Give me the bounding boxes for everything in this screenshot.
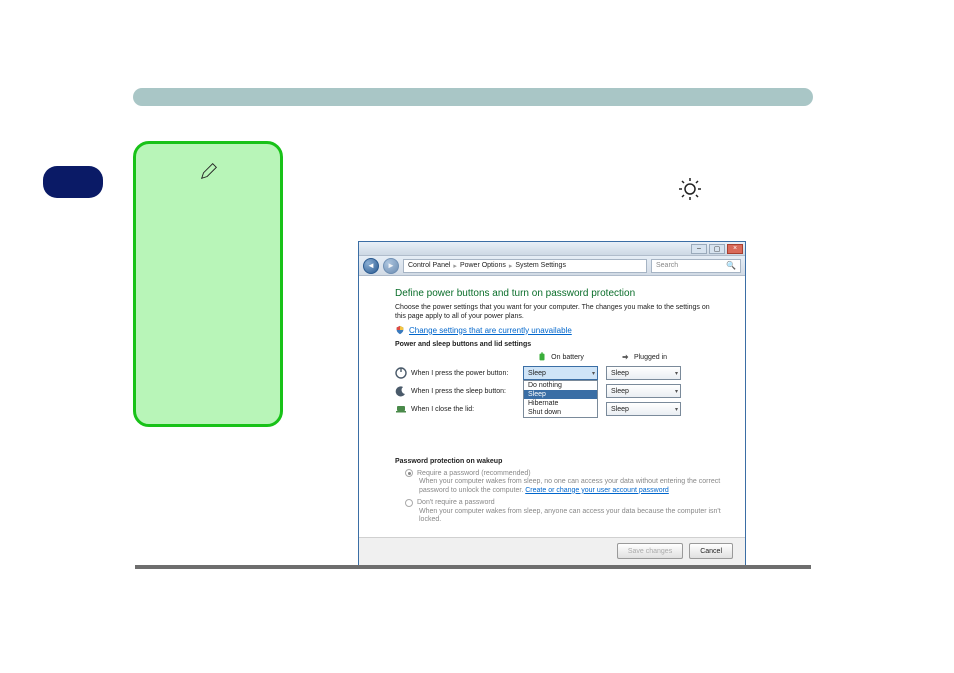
page-subtitle: Choose the power settings that you want … — [395, 303, 721, 321]
col-plugged-in: Plugged in — [606, 352, 681, 362]
create-password-link[interactable]: Create or change your user account passw… — [525, 487, 669, 494]
col-on-battery: On battery — [523, 352, 598, 362]
page-footer-rule — [135, 565, 811, 569]
system-settings-window: – ▢ × ◄ ► Control Panel ▸ Power Options … — [358, 241, 746, 566]
col-label: Plugged in — [634, 354, 667, 361]
row-power-button: When I press the power button: — [395, 367, 515, 379]
section-label: Power and sleep buttons and lid settings — [395, 341, 721, 348]
note-box — [133, 141, 283, 427]
section-label: Password protection on wakeup — [395, 458, 721, 465]
chevron-down-icon: ▾ — [592, 370, 595, 377]
row-label-text: When I press the sleep button: — [411, 388, 506, 395]
close-button[interactable]: × — [727, 244, 743, 254]
page-title: Define power buttons and turn on passwor… — [395, 288, 721, 299]
change-unavailable-link[interactable]: Change settings that are currently unava… — [409, 326, 572, 335]
radio-description: When your computer wakes from sleep, no … — [419, 478, 721, 495]
sun-icon — [678, 177, 702, 201]
dropdown-list: Do nothing Sleep Hibernate Shut down — [523, 380, 598, 418]
window-titlebar: – ▢ × — [359, 242, 745, 256]
laptop-icon — [395, 403, 407, 415]
save-changes-button[interactable]: Save changes — [617, 543, 683, 559]
minimize-button[interactable]: – — [691, 244, 707, 254]
back-button[interactable]: ◄ — [363, 258, 379, 274]
chevron-right-icon: ▸ — [509, 262, 513, 270]
col-label: On battery — [551, 354, 584, 361]
radio-description: When your computer wakes from sleep, any… — [419, 508, 721, 525]
pen-icon — [198, 160, 224, 186]
chevron-down-icon: ▾ — [675, 406, 678, 413]
maximize-button[interactable]: ▢ — [709, 244, 725, 254]
dropdown-value: Sleep — [611, 370, 629, 377]
dropdown-value: Sleep — [611, 406, 629, 413]
dropdown-value: Sleep — [528, 370, 546, 377]
dropdown-option[interactable]: Sleep — [524, 390, 597, 399]
nav-toolbar: ◄ ► Control Panel ▸ Power Options ▸ Syst… — [359, 256, 745, 276]
radio-label: Require a password (recommended) — [417, 470, 531, 477]
dropdown-value: Sleep — [611, 388, 629, 395]
side-badge — [43, 166, 103, 198]
dropdown-option[interactable]: Hibernate — [524, 399, 597, 408]
chevron-down-icon: ▾ — [675, 388, 678, 395]
dropdown-sleep-plugged[interactable]: Sleep ▾ — [606, 384, 681, 398]
radio-label: Don't require a password — [417, 499, 495, 506]
row-sleep-button: When I press the sleep button: — [395, 385, 515, 397]
radio-dont-require-password: Don't require a password — [405, 499, 721, 507]
shield-icon — [395, 325, 405, 335]
dropdown-power-battery[interactable]: Sleep ▾ — [523, 366, 598, 380]
breadcrumb-item[interactable]: Power Options — [460, 262, 506, 269]
plug-icon — [620, 352, 630, 362]
search-icon: 🔍 — [726, 261, 736, 270]
dropdown-option[interactable]: Shut down — [524, 408, 597, 417]
breadcrumb[interactable]: Control Panel ▸ Power Options ▸ System S… — [403, 259, 647, 273]
breadcrumb-item[interactable]: System Settings — [515, 262, 566, 269]
chevron-right-icon: ▸ — [453, 262, 457, 270]
dropdown-option[interactable]: Do nothing — [524, 381, 597, 390]
power-settings-grid: On battery Plugged in — [395, 352, 721, 416]
breadcrumb-item[interactable]: Control Panel — [408, 262, 450, 269]
search-placeholder: Search — [656, 262, 678, 269]
dropdown-lid-plugged[interactable]: Sleep ▾ — [606, 402, 681, 416]
radio-icon — [405, 499, 413, 507]
cancel-button[interactable]: Cancel — [689, 543, 733, 559]
content-area: Define power buttons and turn on passwor… — [359, 276, 745, 537]
page-header-bar — [133, 88, 813, 106]
forward-button[interactable]: ► — [383, 258, 399, 274]
row-close-lid: When I close the lid: — [395, 403, 515, 415]
radio-require-password: Require a password (recommended) — [405, 469, 721, 477]
row-label-text: When I press the power button: — [411, 370, 508, 377]
moon-icon — [395, 385, 407, 397]
chevron-down-icon: ▾ — [675, 370, 678, 377]
battery-icon — [537, 352, 547, 362]
power-icon — [395, 367, 407, 379]
window-footer: Save changes Cancel — [359, 537, 745, 565]
radio-icon — [405, 469, 413, 477]
row-label-text: When I close the lid: — [411, 406, 474, 413]
dropdown-power-plugged[interactable]: Sleep ▾ — [606, 366, 681, 380]
search-input[interactable]: Search 🔍 — [651, 259, 741, 273]
